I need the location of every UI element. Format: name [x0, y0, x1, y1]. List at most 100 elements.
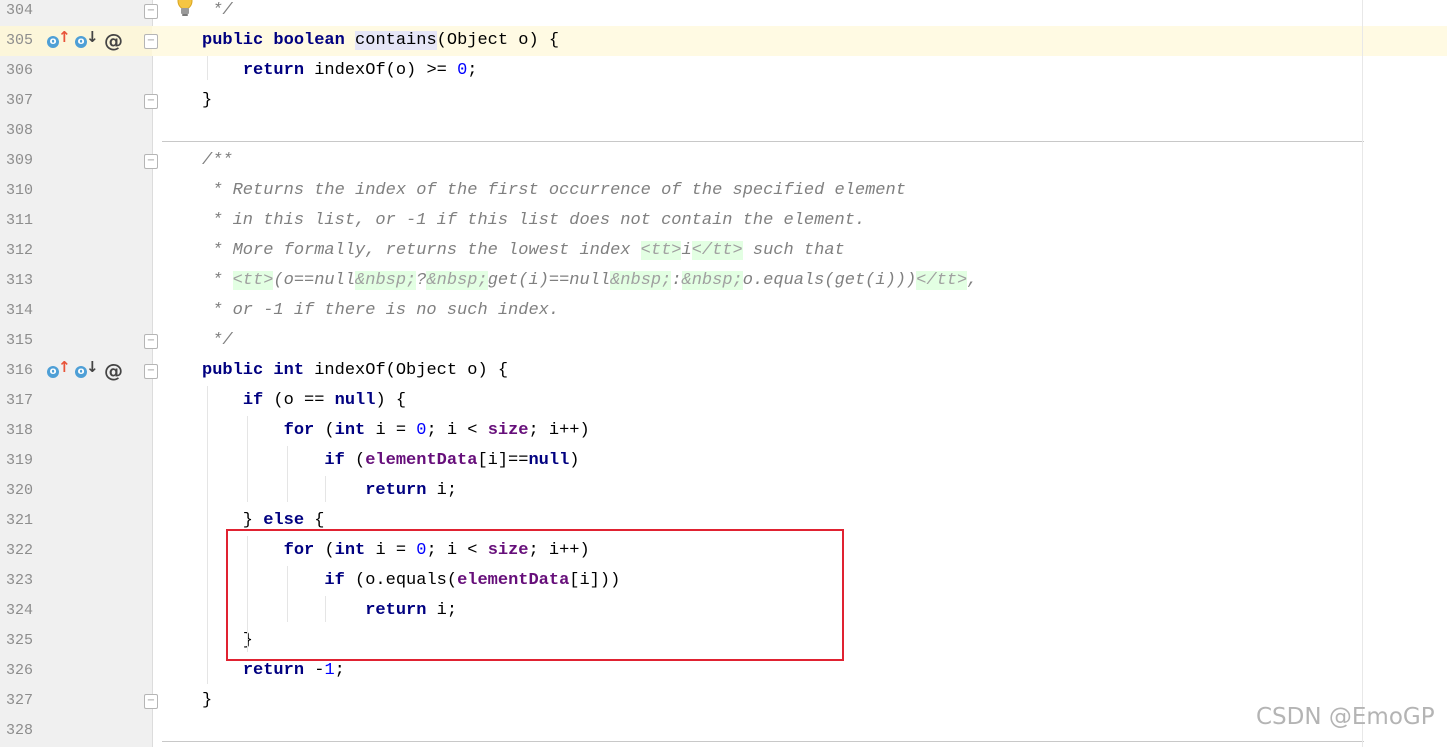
- code-token: */: [202, 1, 233, 20]
- code-line[interactable]: 312 * More formally, returns the lowest …: [0, 236, 1447, 266]
- code-line[interactable]: 314 * or -1 if there is no such index.: [0, 296, 1447, 326]
- code-text: */: [202, 0, 233, 26]
- fold-toggle-icon[interactable]: −: [144, 4, 158, 19]
- fold-toggle-icon[interactable]: −: [144, 154, 158, 169]
- code-token: null: [528, 451, 570, 470]
- code-text: * or -1 if there is no such index.: [202, 296, 559, 326]
- line-gutter: 307 −: [0, 86, 158, 116]
- code-line[interactable]: 305 o ↑ o ↓ @ − public boolean contains(Object …: [0, 26, 1447, 56]
- fold-toggle-icon[interactable]: −: [144, 334, 158, 349]
- indent-guide: [325, 476, 326, 502]
- line-number: 320: [6, 482, 34, 499]
- line-number: 325: [6, 632, 34, 649]
- code-token: ; i <: [426, 421, 488, 440]
- method-separator: [162, 741, 1364, 742]
- override-arrow: ↑: [58, 358, 71, 376]
- code-token: ) {: [375, 391, 407, 410]
- code-token: 0: [457, 61, 468, 80]
- line-gutter: 310: [0, 176, 152, 206]
- code-token: null: [334, 391, 376, 410]
- line-number: 317: [6, 392, 34, 409]
- at-icon[interactable]: @: [104, 356, 123, 386]
- indent-guide: [207, 386, 208, 684]
- code-text: /**: [202, 146, 233, 176]
- line-number: 310: [6, 182, 34, 199]
- line-number: 312: [6, 242, 34, 259]
- fold-toggle-icon[interactable]: −: [144, 364, 158, 379]
- code-token: </tt>: [916, 271, 968, 290]
- code-line[interactable]: 320 return i;: [0, 476, 1447, 506]
- code-token: elementData: [365, 451, 478, 470]
- line-gutter: 325: [0, 626, 152, 656]
- code-line[interactable]: 319 if (elementData[i]==null): [0, 446, 1447, 476]
- lightbulb-icon[interactable]: [176, 0, 194, 18]
- code-line[interactable]: 313 * <tt>(o==null&nbsp;?&nbsp;get(i)==n…: [0, 266, 1447, 296]
- line-gutter: 323: [0, 566, 152, 596]
- code-token: such that: [742, 241, 845, 260]
- code-line[interactable]: 327 −}: [0, 686, 1447, 716]
- code-line[interactable]: 318 for (int i = 0; i < size; i++): [0, 416, 1447, 446]
- fold-toggle-icon[interactable]: −: [144, 694, 158, 709]
- line-number: 326: [6, 662, 34, 679]
- line-number: 307: [6, 92, 34, 109]
- code-token: * More formally, returns the lowest inde…: [202, 241, 641, 260]
- code-text: */: [202, 326, 232, 356]
- indent-guide: [287, 446, 288, 502]
- line-number: 328: [6, 722, 34, 739]
- code-token: indexOf(o) >=: [314, 61, 458, 80]
- code-token: * or -1 if there is no such index.: [202, 301, 560, 320]
- code-line[interactable]: 317 if (o == null) {: [0, 386, 1447, 416]
- code-token: [i]==: [477, 451, 529, 470]
- implemented-up-icon[interactable]: o ↑: [46, 28, 71, 51]
- code-line[interactable]: 311 * in this list, or -1 if this list d…: [0, 206, 1447, 236]
- line-gutter: 314: [0, 296, 152, 326]
- line-gutter: 315 −: [0, 326, 158, 356]
- code-text: return indexOf(o) >= 0;: [202, 56, 478, 86]
- code-text: return i;: [202, 476, 457, 506]
- at-icon[interactable]: @: [104, 26, 123, 56]
- code-token: public: [202, 361, 274, 380]
- line-gutter: 322: [0, 536, 152, 566]
- line-gutter: 320: [0, 476, 152, 506]
- code-line[interactable]: 316 o ↑ o ↓ @ − public int indexOf(Object o) {: [0, 356, 1447, 386]
- line-gutter: 313: [0, 266, 152, 296]
- line-number: 327: [6, 692, 34, 709]
- code-token: ): [569, 451, 580, 470]
- line-number: 314: [6, 302, 34, 319]
- overridden-down-icon[interactable]: o ↓: [74, 358, 99, 381]
- code-token: &nbsp;: [355, 271, 417, 290]
- line-number: 309: [6, 152, 34, 169]
- code-line[interactable]: 309 − /**: [0, 146, 1447, 176]
- fold-toggle-icon[interactable]: −: [144, 94, 158, 109]
- line-gutter: 311: [0, 206, 152, 236]
- fold-toggle-icon[interactable]: −: [144, 34, 158, 49]
- line-number: 316: [6, 362, 34, 379]
- code-token: }: [202, 691, 213, 710]
- code-token: ;: [334, 661, 345, 680]
- code-line[interactable]: 315 − */: [0, 326, 1447, 356]
- line-number: 322: [6, 542, 34, 559]
- code-token: i =: [375, 421, 417, 440]
- code-text: }: [202, 686, 212, 716]
- line-gutter: 305 o ↑ o ↓ @ −: [0, 26, 158, 56]
- code-token: }: [202, 91, 213, 110]
- implemented-up-icon[interactable]: o ↑: [46, 358, 71, 381]
- code-token: &nbsp;: [681, 271, 743, 290]
- code-line[interactable]: 307 −}: [0, 86, 1447, 116]
- code-token: indexOf(Object o) {: [314, 361, 509, 380]
- code-token: get(i)==null: [487, 271, 611, 290]
- override-arrow: ↓: [86, 28, 99, 46]
- code-token: }: [202, 511, 264, 530]
- right-margin-guide: [1362, 0, 1363, 747]
- code-line[interactable]: 304 − */: [0, 0, 1447, 26]
- watermark: CSDN @EmoGP: [1256, 704, 1435, 730]
- code-line[interactable]: 306 return indexOf(o) >= 0;: [0, 56, 1447, 86]
- code-token: boolean: [273, 31, 356, 50]
- code-line[interactable]: 310 * Returns the index of the first occ…: [0, 176, 1447, 206]
- code-token: &nbsp;: [610, 271, 672, 290]
- overridden-down-icon[interactable]: o ↓: [74, 28, 99, 51]
